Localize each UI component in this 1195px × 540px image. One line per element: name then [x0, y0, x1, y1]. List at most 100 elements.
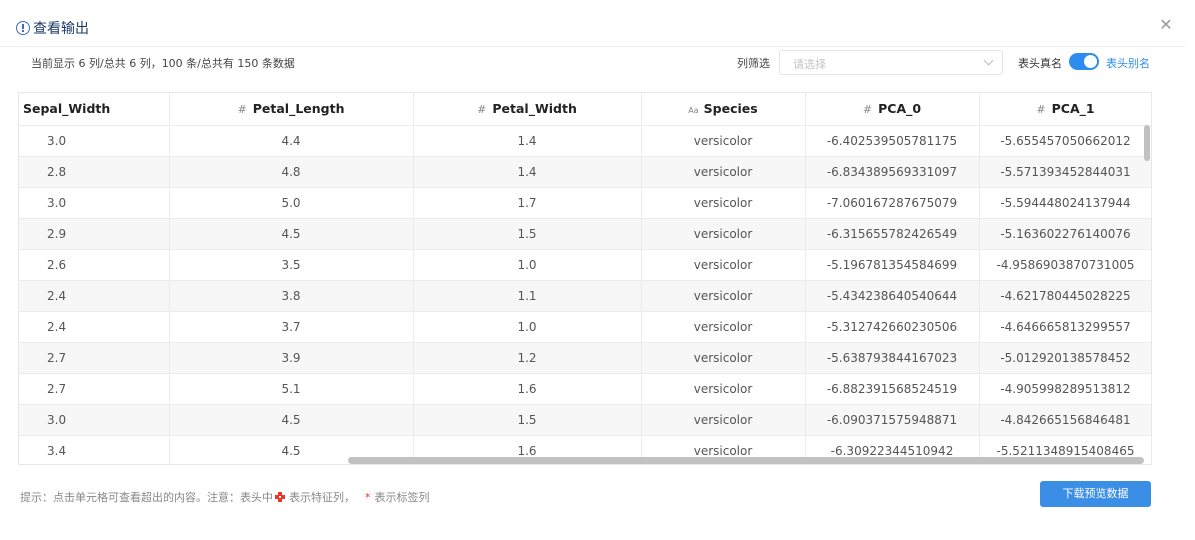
- table-cell[interactable]: 1.5: [413, 218, 642, 250]
- column-filter-placeholder: 请选择: [793, 58, 826, 71]
- table-cell[interactable]: 1.5: [413, 404, 642, 436]
- close-icon[interactable]: ✕: [1159, 17, 1173, 33]
- table-cell[interactable]: 2.7: [19, 373, 170, 405]
- table-cell[interactable]: 1.4: [413, 156, 642, 188]
- table-cell[interactable]: -5.434238640540644: [805, 280, 980, 312]
- table-cell[interactable]: -5.012920138578452: [979, 342, 1151, 374]
- table-cell[interactable]: 1.4: [413, 125, 642, 157]
- column-header-label: PCA_0: [878, 101, 922, 117]
- column-filter-label: 列筛选: [737, 57, 770, 70]
- table-cell[interactable]: versicolor: [641, 156, 806, 188]
- vertical-scrollbar[interactable]: [1144, 125, 1150, 161]
- label-column-marker: *: [365, 490, 371, 504]
- table-cell[interactable]: 3.0: [19, 125, 170, 157]
- table-cell[interactable]: -5.571393452844031: [979, 156, 1151, 188]
- table-cell[interactable]: versicolor: [641, 311, 806, 343]
- table-cell[interactable]: -6.402539505781175: [805, 125, 980, 157]
- table-cell[interactable]: -4.621780445028225: [979, 280, 1151, 312]
- table-cell[interactable]: -5.655457050662012: [979, 125, 1151, 157]
- column-header-sepal-width[interactable]: Sepal_Width: [19, 93, 170, 126]
- hint-label-text: 表示标签列: [374, 491, 430, 504]
- table-cell[interactable]: -6.315655782426549: [805, 218, 980, 250]
- table-cell[interactable]: 3.7: [169, 311, 414, 343]
- table-cell[interactable]: -6.882391568524519: [805, 373, 980, 405]
- table-cell[interactable]: 3.5: [169, 249, 414, 281]
- column-header-species[interactable]: Aa Species: [641, 93, 806, 126]
- table-cell[interactable]: -5.163602276140076: [979, 218, 1151, 250]
- table-cell[interactable]: versicolor: [641, 342, 806, 374]
- table-cell[interactable]: -5.638793844167023: [805, 342, 980, 374]
- table-cell[interactable]: -6.834389569331097: [805, 156, 980, 188]
- table-cell[interactable]: versicolor: [641, 125, 806, 157]
- table-cell[interactable]: -5.594448024137944: [979, 187, 1151, 219]
- table-cell[interactable]: 4.4: [169, 125, 414, 157]
- table-cell[interactable]: -4.646665813299557: [979, 311, 1151, 343]
- column-header-petal-width[interactable]: # Petal_Width: [413, 93, 642, 126]
- table-cell[interactable]: -4.842665156846481: [979, 404, 1151, 436]
- header-name-toggle[interactable]: [1069, 53, 1099, 70]
- column-header-pca-0[interactable]: # PCA_0: [805, 93, 980, 126]
- table-cell[interactable]: 2.4: [19, 280, 170, 312]
- table-cell[interactable]: 5.0: [169, 187, 414, 219]
- table-cell[interactable]: 1.7: [413, 187, 642, 219]
- table-row[interactable]: 2.4 3.8 1.1 versicolor -5.434238640540644 -4.…: [19, 280, 1151, 312]
- table-cell[interactable]: versicolor: [641, 218, 806, 250]
- table-cell[interactable]: 1.0: [413, 311, 642, 343]
- table-cell[interactable]: 1.1: [413, 280, 642, 312]
- table-row[interactable]: 2.8 4.8 1.4 versicolor -6.834389569331097 -5.…: [19, 156, 1151, 188]
- table-cell[interactable]: -5.312742660230506: [805, 311, 980, 343]
- table-row[interactable]: 3.0 4.5 1.5 versicolor -6.090371575948871 -4.…: [19, 404, 1151, 436]
- table-cell[interactable]: 1.2: [413, 342, 642, 374]
- table-cell[interactable]: 1.0: [413, 249, 642, 281]
- data-table: Sepal_Width # Petal_Length # Petal_Width A…: [18, 92, 1152, 465]
- table-cell[interactable]: 2.7: [19, 342, 170, 374]
- column-header-label: Sepal_Width: [23, 101, 111, 117]
- horizontal-scrollbar[interactable]: [348, 457, 1144, 464]
- table-row[interactable]: 2.6 3.5 1.0 versicolor -5.196781354584699 -4.…: [19, 249, 1151, 281]
- table-cell[interactable]: 3.9: [169, 342, 414, 374]
- table-row[interactable]: 3.0 5.0 1.7 versicolor -7.060167287675079 -5.…: [19, 187, 1151, 219]
- table-body: 3.0 4.4 1.4 versicolor -6.402539505781175 -5.…: [19, 125, 1151, 464]
- column-header-petal-length[interactable]: # Petal_Length: [169, 93, 414, 126]
- table-cell[interactable]: 3.8: [169, 280, 414, 312]
- table-cell[interactable]: 2.6: [19, 249, 170, 281]
- table-row[interactable]: 2.7 5.1 1.6 versicolor -6.882391568524519 -4.…: [19, 373, 1151, 405]
- table-cell[interactable]: -4.905998289513812: [979, 373, 1151, 405]
- table-cell[interactable]: -7.060167287675079: [805, 187, 980, 219]
- table-cell[interactable]: 4.8: [169, 156, 414, 188]
- table-cell[interactable]: 3.4: [19, 435, 170, 464]
- table-cell[interactable]: versicolor: [641, 280, 806, 312]
- table-row[interactable]: 2.4 3.7 1.0 versicolor -5.312742660230506 -4.…: [19, 311, 1151, 343]
- table-cell[interactable]: -6.090371575948871: [805, 404, 980, 436]
- feature-column-icon: [275, 492, 285, 502]
- output-dialog: 查看输出 ✕ 当前显示 6 列/总共 6 列，100 条/总共有 150 条数据…: [0, 0, 1195, 540]
- table-row[interactable]: 3.0 4.4 1.4 versicolor -6.402539505781175 -5.…: [19, 125, 1151, 157]
- header-alias-label[interactable]: 表头别名: [1106, 55, 1150, 71]
- column-filter-select[interactable]: 请选择: [779, 50, 1003, 75]
- download-preview-button[interactable]: 下载预览数据: [1040, 481, 1151, 507]
- numeric-type-icon: #: [477, 103, 487, 117]
- table-cell[interactable]: -5.196781354584699: [805, 249, 980, 281]
- column-header-pca-1[interactable]: # PCA_1: [979, 93, 1151, 126]
- table-cell[interactable]: 4.5: [169, 218, 414, 250]
- table-cell[interactable]: 1.6: [413, 373, 642, 405]
- table-row[interactable]: 2.9 4.5 1.5 versicolor -6.315655782426549 -5.…: [19, 218, 1151, 250]
- table-cell[interactable]: versicolor: [641, 187, 806, 219]
- hint-prefix: 提示：点击单元格可查看超出的内容。注意：表头中: [20, 491, 273, 504]
- column-header-label: Petal_Length: [252, 101, 345, 117]
- table-cell[interactable]: 4.5: [169, 404, 414, 436]
- column-header-label: Petal_Width: [492, 101, 577, 117]
- table-cell[interactable]: versicolor: [641, 404, 806, 436]
- table-cell[interactable]: 2.9: [19, 218, 170, 250]
- table-cell[interactable]: 3.0: [19, 404, 170, 436]
- table-cell[interactable]: -4.9586903870731005: [979, 249, 1151, 281]
- toggle-knob: [1084, 55, 1097, 68]
- table-cell[interactable]: 2.4: [19, 311, 170, 343]
- table-cell[interactable]: 3.0: [19, 187, 170, 219]
- table-cell[interactable]: versicolor: [641, 373, 806, 405]
- text-type-icon: Aa: [688, 106, 699, 116]
- table-cell[interactable]: 5.1: [169, 373, 414, 405]
- table-cell[interactable]: 2.8: [19, 156, 170, 188]
- table-row[interactable]: 2.7 3.9 1.2 versicolor -5.638793844167023 -5.…: [19, 342, 1151, 374]
- table-cell[interactable]: versicolor: [641, 249, 806, 281]
